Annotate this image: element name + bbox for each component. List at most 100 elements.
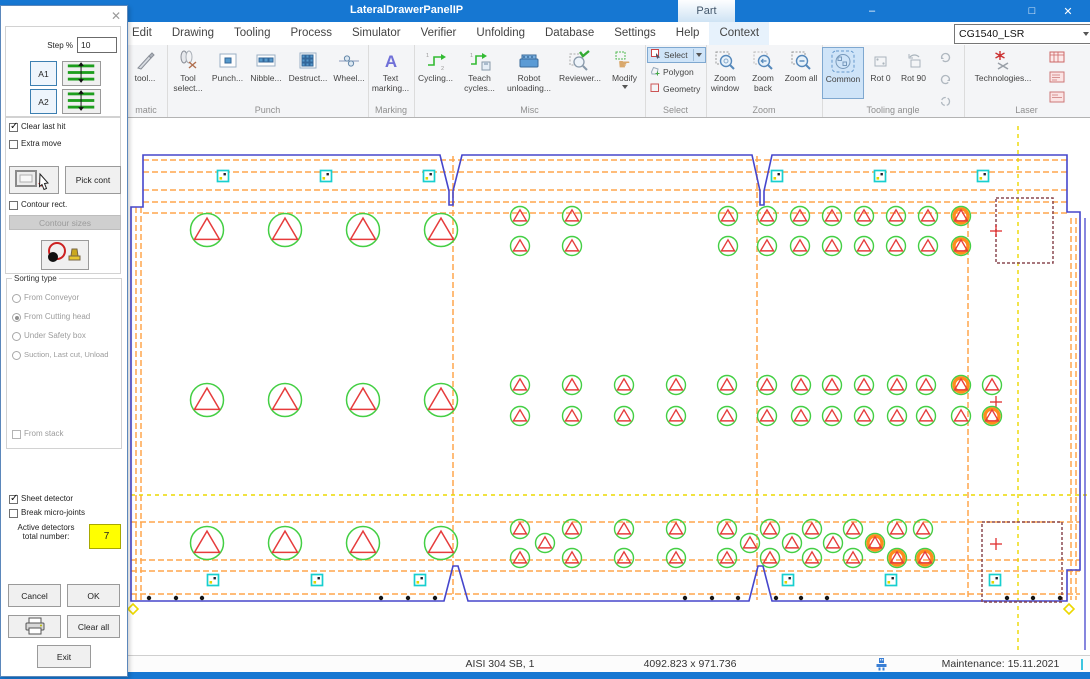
ribbon-button-robot-unloading[interactable]: Robot unloading... <box>502 47 556 99</box>
menu-database[interactable]: Database <box>535 22 604 45</box>
clamp-mark[interactable] <box>208 575 219 586</box>
ribbon-button-rot-0[interactable]: Rot 0 <box>864 47 897 99</box>
ribbon-button-wheel[interactable]: Wheel... <box>330 47 368 99</box>
micro-joint-dot[interactable] <box>825 596 829 600</box>
sheet-detector-checkbox[interactable]: Sheet detector <box>9 494 73 504</box>
ribbon-button-reviewer[interactable]: Reviewer... <box>556 47 604 99</box>
clamp-mark[interactable] <box>415 575 426 586</box>
delete-detector-button[interactable] <box>41 240 89 270</box>
print-button[interactable] <box>8 615 61 638</box>
ribbon-button-technologies[interactable]: Technologies... <box>964 47 1042 99</box>
ribbon-button-rot-90[interactable]: Rot 90 <box>897 47 930 99</box>
cancel-button[interactable]: Cancel <box>8 584 61 607</box>
clamp-mark[interactable] <box>218 171 229 182</box>
maximize-button[interactable]: □ <box>1018 0 1046 22</box>
a1-adjust-button[interactable] <box>62 61 101 86</box>
menu-tooling[interactable]: Tooling <box>224 22 280 45</box>
ribbon-button-text-marking[interactable]: A Text marking... <box>368 47 413 99</box>
selection-rect[interactable] <box>982 522 1062 602</box>
a2-adjust-button[interactable] <box>62 89 101 114</box>
detector-triangle <box>351 218 376 239</box>
clamp-mark-tick <box>210 581 213 584</box>
ribbon-button-zoom-all[interactable]: Zoom all <box>782 47 820 99</box>
ribbon-button-punch[interactable]: Punch... <box>209 47 246 99</box>
part-canvas[interactable] <box>127 118 1090 655</box>
menu-context[interactable]: Context <box>709 22 769 45</box>
micro-joint-dot[interactable] <box>1005 596 1009 600</box>
micro-joint-dot[interactable] <box>774 596 778 600</box>
dialog-close-icon[interactable]: ✕ <box>111 9 121 23</box>
menu-simulator[interactable]: Simulator <box>342 22 411 45</box>
rotate-ccw-icon[interactable] <box>938 72 953 92</box>
contour-rect-checkbox[interactable]: Contour rect. <box>9 200 67 210</box>
selection-rect[interactable] <box>996 198 1053 263</box>
ribbon-button-tool-select[interactable]: Tool select... <box>167 47 209 99</box>
pick-rectangle-button[interactable] <box>9 166 59 194</box>
micro-joint-dot[interactable] <box>200 596 204 600</box>
clear-all-button[interactable]: Clear all <box>67 615 120 638</box>
ribbon-button-polygon[interactable]: Polygon <box>647 64 706 80</box>
menu-unfolding[interactable]: Unfolding <box>466 22 535 45</box>
close-button[interactable]: ✕ <box>1054 0 1082 22</box>
radio-under-safety-box[interactable]: Under Safety box <box>12 331 86 341</box>
micro-joint-dot[interactable] <box>736 596 740 600</box>
menu-verifier[interactable]: Verifier <box>411 22 467 45</box>
ribbon-button-nibble[interactable]: Nibble... <box>246 47 286 99</box>
clamp-mark[interactable] <box>772 171 783 182</box>
ribbon-button-teach-cycles[interactable]: 1 Teach cycles... <box>457 47 502 99</box>
micro-joint-dot[interactable] <box>1031 596 1035 600</box>
ribbon-button-geometry[interactable]: Geometry <box>647 81 706 97</box>
ribbon-button-destruct[interactable]: Destruct... <box>286 47 330 99</box>
detector-triangle <box>351 531 376 552</box>
clamp-mark[interactable] <box>783 575 794 586</box>
laser-report-icon[interactable] <box>1049 70 1065 88</box>
micro-joint-dot[interactable] <box>683 596 687 600</box>
clamp-mark[interactable] <box>886 575 897 586</box>
micro-joint-dot[interactable] <box>379 596 383 600</box>
menu-process[interactable]: Process <box>280 22 342 45</box>
extra-move-checkbox[interactable]: Extra move <box>9 139 61 149</box>
clamp-mark[interactable] <box>424 171 435 182</box>
ribbon-button-autotool[interactable]: tool... <box>125 47 165 99</box>
clamp-mark[interactable] <box>321 171 332 182</box>
clamp-mark[interactable] <box>312 575 323 586</box>
pick-cont-button[interactable]: Pick cont <box>65 166 121 194</box>
from-stack-checkbox[interactable]: From stack <box>12 429 64 439</box>
radio-suction-last-cut-unload[interactable]: Suction, Last cut, Unload <box>12 350 120 360</box>
micro-joint-dot[interactable] <box>174 596 178 600</box>
select-dropdown[interactable] <box>693 49 702 61</box>
micro-joint-dot[interactable] <box>406 596 410 600</box>
ribbon-button-zoom-window[interactable]: Zoom window <box>706 47 744 99</box>
ribbon-button-zoom-back[interactable]: Zoom back <box>744 47 782 99</box>
ribbon-button-common[interactable]: Common <box>822 47 864 99</box>
laser-table-icon[interactable] <box>1049 50 1065 68</box>
ribbon-button-modify[interactable]: ☛ Modify <box>604 47 645 99</box>
a1-button[interactable]: A1 <box>30 61 57 86</box>
exit-button[interactable]: Exit <box>37 645 91 668</box>
break-micro-joints-checkbox[interactable]: Break micro-joints <box>9 508 85 518</box>
radio-from-conveyor[interactable]: From Conveyor <box>12 293 79 303</box>
clear-last-hit-checkbox[interactable]: Clear last hit <box>9 122 65 132</box>
ribbon-button-cycling[interactable]: 12 Cycling... <box>414 47 457 99</box>
menu-drawing[interactable]: Drawing <box>162 22 224 45</box>
clamp-mark[interactable] <box>875 171 886 182</box>
ok-button[interactable]: OK <box>67 584 120 607</box>
menu-help[interactable]: Help <box>666 22 710 45</box>
geometry-icon <box>650 83 660 95</box>
micro-joint-dot[interactable] <box>799 596 803 600</box>
menu-settings[interactable]: Settings <box>604 22 666 45</box>
step-input[interactable]: 10 <box>77 37 117 53</box>
micro-joint-dot[interactable] <box>710 596 714 600</box>
machine-select-combobox[interactable]: CG1540_LSR <box>954 24 1090 44</box>
radio-from-cutting-head[interactable]: From Cutting head <box>12 312 90 322</box>
rotate-cw-icon[interactable] <box>938 50 953 70</box>
minimize-button[interactable]: – <box>858 0 886 22</box>
micro-joint-dot[interactable] <box>147 596 151 600</box>
context-category-part[interactable]: Part <box>678 0 735 22</box>
clamp-mark[interactable] <box>978 171 989 182</box>
ribbon-button-select[interactable]: Select <box>647 47 706 63</box>
micro-joint-dot[interactable] <box>433 596 437 600</box>
a2-button[interactable]: A2 <box>30 89 57 114</box>
clamp-mark[interactable] <box>990 575 1001 586</box>
micro-joint-dot[interactable] <box>1058 596 1062 600</box>
